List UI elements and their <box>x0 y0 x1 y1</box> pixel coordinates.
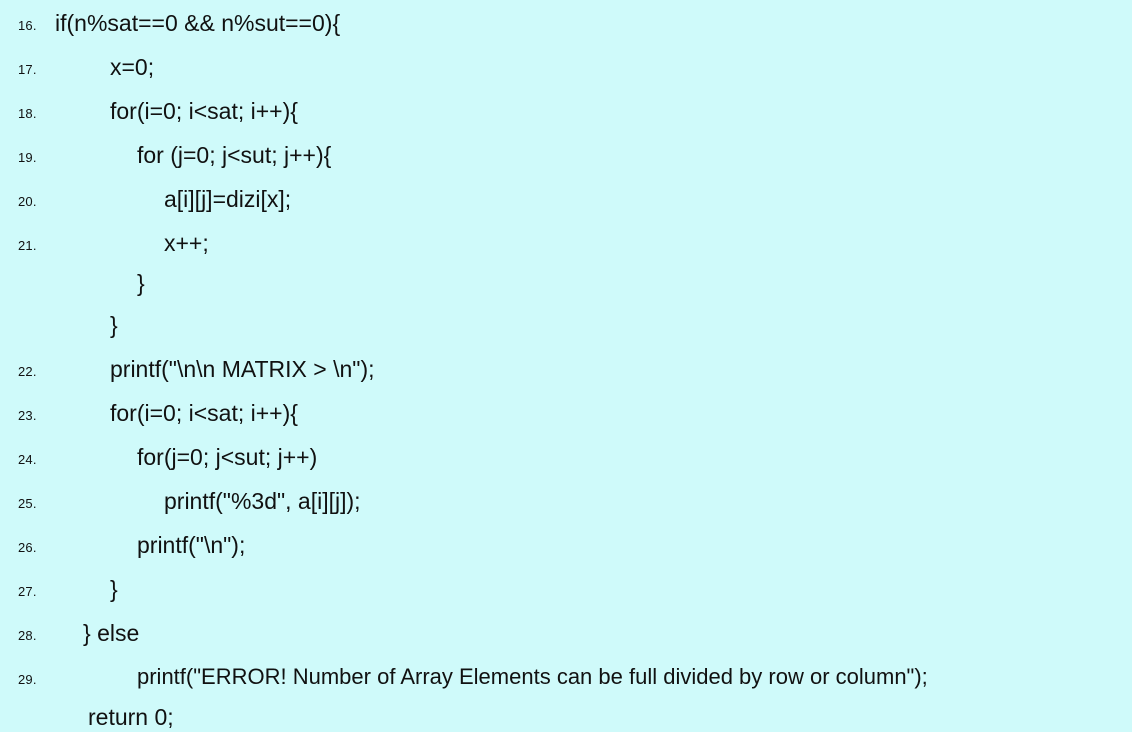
code-text: printf("\n\n MATRIX > \n"); <box>110 356 375 382</box>
code-text: x++; <box>164 230 209 256</box>
line-number: 26. <box>18 540 37 555</box>
line-number: 21. <box>18 238 37 253</box>
code-line-24: 24. for(j=0; j<sut; j++) <box>0 442 1132 472</box>
code-line-18: 18. for(i=0; i<sat; i++){ <box>0 96 1132 126</box>
code-line-outer-close: } <box>0 310 1132 340</box>
code-text: printf("ERROR! Number of Array Elements … <box>137 664 928 689</box>
code-line-17: 17. x=0; <box>0 52 1132 82</box>
code-text: } <box>110 576 118 602</box>
code-line-29: 29. printf("ERROR! Number of Array Eleme… <box>0 662 1132 692</box>
line-number: 29. <box>18 672 37 687</box>
code-text: for(i=0; i<sat; i++){ <box>110 98 298 124</box>
code-text: return 0; <box>88 704 174 730</box>
line-number: 18. <box>18 106 37 121</box>
code-text: } <box>137 270 145 296</box>
code-listing: 16. if(n%sat==0 && n%sut==0){ 17. x=0; 1… <box>0 0 1132 730</box>
line-number: 27. <box>18 584 37 599</box>
code-text: a[i][j]=dizi[x]; <box>164 186 292 212</box>
code-line-28: 28. } else <box>0 618 1132 648</box>
code-line-21: 21. x++; <box>0 228 1132 258</box>
line-number: 20. <box>18 194 37 209</box>
code-text: for(i=0; i<sat; i++){ <box>110 400 298 426</box>
code-text: if(n%sat==0 && n%sut==0){ <box>55 10 341 36</box>
code-text: printf("%3d", a[i][j]); <box>164 488 361 514</box>
line-number: 19. <box>18 150 37 165</box>
code-text: } <box>110 312 118 338</box>
code-line-return: return 0; <box>0 702 1132 732</box>
code-text: } else <box>83 620 140 646</box>
line-number: 24. <box>18 452 37 467</box>
line-number: 16. <box>18 18 37 33</box>
code-line-25: 25. printf("%3d", a[i][j]); <box>0 486 1132 516</box>
code-text: for (j=0; j<sut; j++){ <box>137 142 332 168</box>
code-text: printf("\n"); <box>137 532 246 558</box>
code-line-20: 20. a[i][j]=dizi[x]; <box>0 184 1132 214</box>
code-line-23: 23. for(i=0; i<sat; i++){ <box>0 398 1132 428</box>
code-line-22: 22. printf("\n\n MATRIX > \n"); <box>0 354 1132 384</box>
code-line-inner-close: } <box>0 268 1132 298</box>
line-number: 25. <box>18 496 37 511</box>
code-line-19: 19. for (j=0; j<sut; j++){ <box>0 140 1132 170</box>
code-text: for(j=0; j<sut; j++) <box>137 444 318 470</box>
code-line-26: 26. printf("\n"); <box>0 530 1132 560</box>
line-number: 23. <box>18 408 37 423</box>
code-text: x=0; <box>110 54 155 80</box>
line-number: 17. <box>18 62 37 77</box>
code-line-16: 16. if(n%sat==0 && n%sut==0){ <box>0 8 1132 38</box>
line-number: 28. <box>18 628 37 643</box>
line-number: 22. <box>18 364 37 379</box>
code-line-27: 27. } <box>0 574 1132 604</box>
